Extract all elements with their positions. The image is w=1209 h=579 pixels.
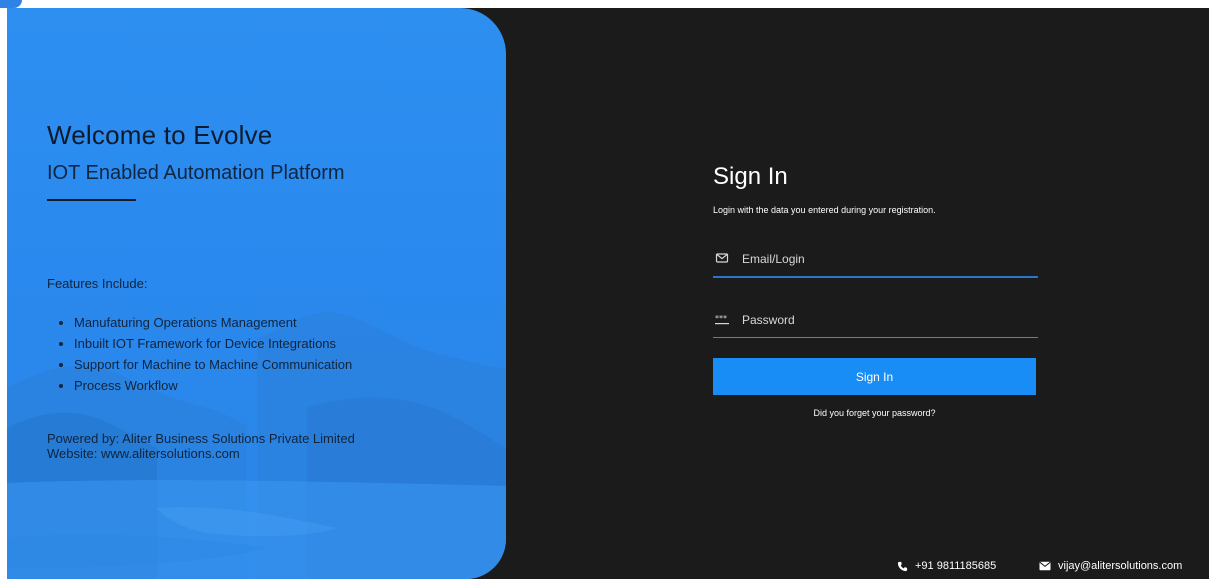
password-field: *** <box>713 303 1038 338</box>
signin-title: Sign In <box>713 163 788 190</box>
hero-title: Welcome to Evolve <box>47 120 273 150</box>
landscape-background <box>7 312 506 579</box>
hero-panel: Welcome to Evolve IOT Enabled Automation… <box>7 8 506 579</box>
feature-item: Manufaturing Operations Management <box>74 312 352 333</box>
envelope-icon <box>715 253 729 263</box>
powered-by-block: Powered by: Aliter Business Solutions Pr… <box>47 431 355 461</box>
forgot-password-link[interactable]: Did you forget your password? <box>713 408 1036 418</box>
phone-icon <box>897 561 908 571</box>
feature-item: Inbuilt IOT Framework for Device Integra… <box>74 333 352 354</box>
signin-subtitle: Login with the data you entered during y… <box>713 205 936 215</box>
footer-phone: +91 9811185685 <box>897 560 996 572</box>
feature-item: Process Workflow <box>74 375 352 396</box>
hero-subtitle: IOT Enabled Automation Platform <box>47 162 345 184</box>
email-input[interactable] <box>740 246 1034 272</box>
website-text: Website: www.alitersolutions.com <box>47 446 240 461</box>
svg-text:***: *** <box>715 314 727 323</box>
mail-icon <box>1039 561 1051 571</box>
phone-text: +91 9811185685 <box>915 560 997 572</box>
password-input[interactable] <box>740 307 1034 333</box>
features-list: Manufaturing Operations Management Inbui… <box>47 312 352 396</box>
logo-fragment <box>0 0 22 8</box>
password-dots-icon: *** <box>715 314 729 325</box>
footer-email: vijay@alitersolutions.com <box>1039 560 1182 572</box>
powered-by-text: Powered by: Aliter Business Solutions Pr… <box>47 431 355 446</box>
title-underline <box>47 199 136 201</box>
features-heading: Features Include: <box>47 276 148 291</box>
login-page: Welcome to Evolve IOT Enabled Automation… <box>7 8 1209 579</box>
feature-item: Support for Machine to Machine Communica… <box>74 354 352 375</box>
signin-button[interactable]: Sign In <box>713 358 1036 395</box>
email-text: vijay@alitersolutions.com <box>1058 560 1183 572</box>
email-field <box>713 242 1038 278</box>
